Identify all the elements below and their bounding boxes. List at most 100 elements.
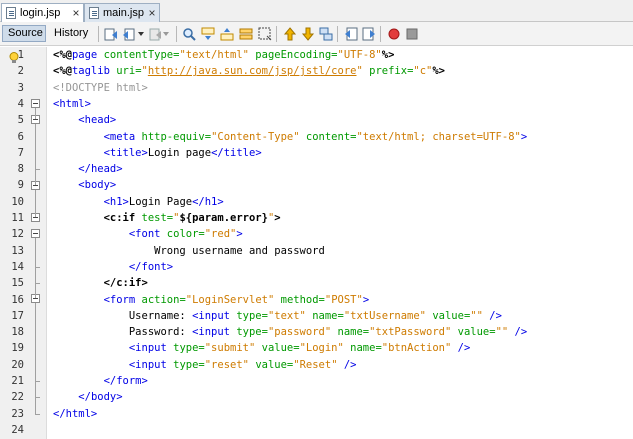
fold-guide (35, 190, 36, 217)
line-number: 23 (11, 407, 24, 420)
code-token: type= (236, 326, 268, 339)
close-icon[interactable]: × (71, 4, 81, 22)
code-line[interactable]: </font> (53, 259, 173, 275)
fold-toggle-font[interactable] (31, 229, 40, 238)
code-line[interactable]: </head> (53, 161, 122, 177)
code-line[interactable]: <input type="reset" value="Reset" /> (53, 357, 357, 373)
line-number: 20 (11, 358, 24, 371)
code-line[interactable]: </body> (53, 389, 122, 405)
tab-main-jsp[interactable]: main.jsp × (84, 3, 160, 22)
code-line[interactable]: <font color="red"> (53, 226, 243, 242)
code-line[interactable]: <body> (53, 177, 116, 193)
code-token: <input (192, 326, 237, 339)
line-number: 12 (11, 228, 24, 241)
code-token: <input (192, 309, 237, 322)
code-line[interactable]: <title>Login page</title> (53, 145, 262, 161)
code-token: <!DOCTYPE html> (53, 81, 148, 94)
code-line[interactable]: </form> (53, 373, 148, 389)
code-line[interactable]: <!DOCTYPE html> (53, 80, 148, 96)
code-token: /> (451, 342, 471, 355)
shift-right-icon[interactable] (361, 26, 376, 41)
fold-toggle-html[interactable] (31, 99, 40, 108)
close-icon[interactable]: × (147, 4, 157, 22)
last-edit-icon[interactable] (103, 26, 118, 41)
line-number: 4 (17, 97, 24, 110)
code-token: Login Page (128, 195, 193, 208)
code-token: Wrong username and password (53, 244, 325, 257)
line-number: 18 (11, 326, 24, 339)
previous-bookmark-icon[interactable] (282, 26, 297, 41)
editor-toolbar: Source History (0, 22, 633, 46)
fold-guide (35, 414, 40, 415)
code-line[interactable]: <%@taglib uri="http://java.sun.com/jsp/j… (53, 63, 445, 79)
toolbar-separator (276, 26, 277, 42)
code-token: action= (141, 293, 186, 306)
find-icon[interactable] (181, 26, 196, 41)
code-token: </title> (211, 146, 262, 159)
line-number: 21 (11, 375, 24, 387)
history-button[interactable]: History (49, 25, 93, 42)
chevron-down-icon[interactable] (137, 26, 145, 41)
fold-guide (35, 303, 36, 381)
code-token: taglib (71, 65, 117, 78)
code-token: value= (249, 358, 294, 371)
toggle-highlight-icon[interactable] (238, 26, 253, 41)
code-token: method= (274, 293, 325, 306)
code-line[interactable]: <form action="LoginServlet" method="POST… (53, 292, 370, 308)
code-token: <meta (103, 130, 142, 143)
line-number: 11 (11, 212, 24, 224)
select-rectangle-icon[interactable] (257, 26, 272, 41)
record-macro-icon[interactable] (386, 26, 401, 41)
line-number: 5 (17, 114, 24, 127)
fold-guide (35, 283, 36, 298)
find-next-icon[interactable] (219, 26, 234, 41)
code-token: Login page (147, 146, 212, 159)
code-token: <title> (103, 146, 148, 159)
code-token: http://java.sun.com/jsp/jstl/core (147, 65, 357, 78)
line-number: 16 (11, 293, 24, 306)
code-line[interactable]: <html> (53, 96, 91, 112)
shift-left-icon[interactable] (343, 26, 358, 41)
code-line[interactable]: </c:if> (53, 275, 148, 291)
code-line[interactable]: <h1>Login Page</h1> (53, 194, 224, 210)
find-previous-icon[interactable] (200, 26, 215, 41)
code-line[interactable]: Password: <input type="password" name="t… (53, 324, 527, 340)
next-bookmark-icon[interactable] (300, 26, 315, 41)
toggle-bookmark-icon[interactable] (318, 26, 333, 41)
code-token: "text/html; charset=UTF-8" (356, 130, 521, 143)
code-line[interactable]: <meta http-equiv="Content-Type" content=… (53, 129, 528, 145)
code-line[interactable]: </html> (53, 406, 97, 422)
stop-macro-icon[interactable] (404, 26, 419, 41)
forward-icon[interactable] (147, 26, 162, 41)
hint-bulb-icon[interactable] (9, 49, 19, 63)
back-icon[interactable] (121, 26, 136, 41)
code-token: </form> (103, 375, 148, 387)
source-button[interactable]: Source (2, 25, 46, 42)
code-token: contentType= (103, 49, 180, 61)
chevron-down-icon[interactable] (162, 26, 170, 41)
code-line[interactable]: Username: <input type="text" name="txtUs… (53, 308, 502, 324)
code-token: "LoginServlet" (185, 293, 275, 306)
code-line[interactable]: <input type="submit" value="Login" name=… (53, 340, 470, 356)
editor-tab-bar: login.jsp × main.jsp × (0, 0, 633, 22)
fold-guide (35, 169, 36, 185)
code-token: name= (343, 342, 382, 355)
code-token: /> (482, 309, 502, 322)
code-line[interactable]: <%@page contentType="text/html" pageEnco… (53, 47, 394, 63)
line-number: 19 (11, 342, 24, 355)
code-line[interactable]: <head> (53, 112, 116, 128)
code-line[interactable]: <c:if test="${param.error}"> (53, 210, 281, 226)
code-token: %> (381, 49, 395, 61)
code-line[interactable]: Wrong username and password (53, 243, 325, 259)
code-token: "btnAction" (381, 342, 452, 355)
code-editor[interactable]: <%@page contentType="text/html" pageEnco… (47, 47, 633, 439)
code-token: > (520, 130, 528, 143)
code-token: prefix= (362, 65, 414, 78)
code-token: page (71, 49, 104, 61)
tab-login-jsp[interactable]: login.jsp × (1, 3, 84, 22)
